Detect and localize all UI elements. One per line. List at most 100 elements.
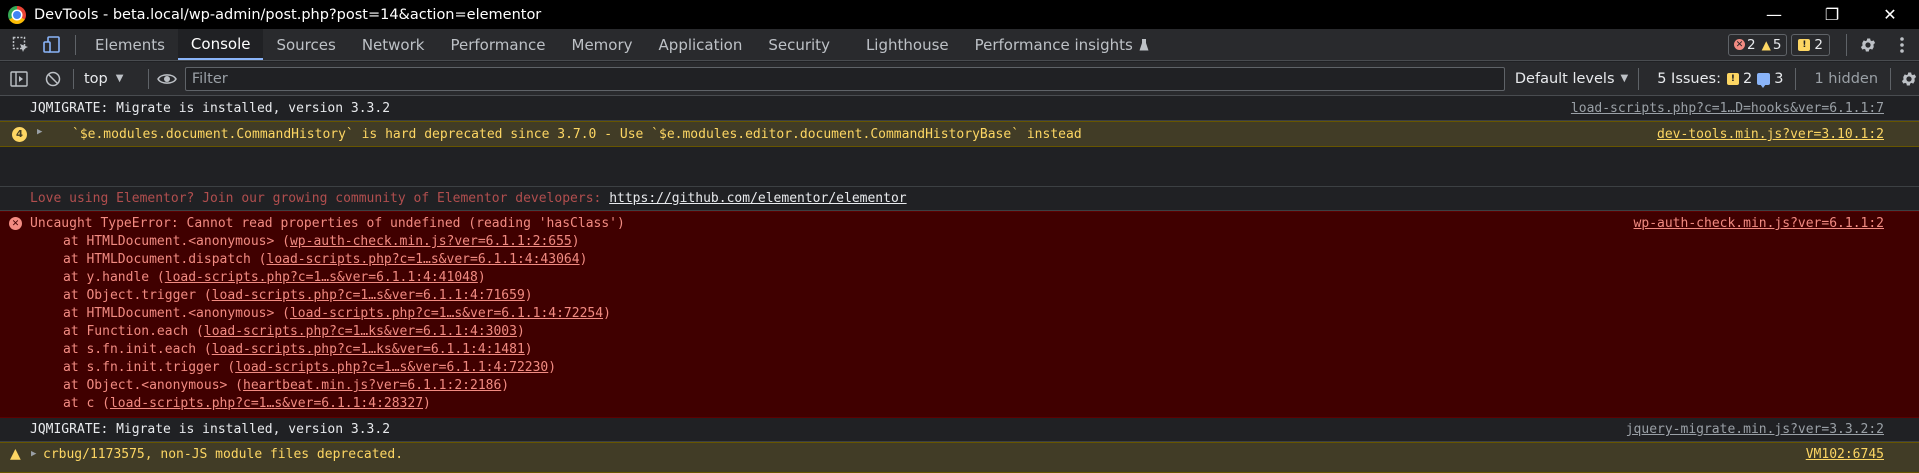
- stack-frame-link[interactable]: heartbeat.min.js?ver=6.1.1:2:2186: [243, 378, 501, 393]
- stack-frame-function: at HTMLDocument.dispatch (: [63, 252, 267, 267]
- tab-console[interactable]: Console: [177, 29, 264, 60]
- window-title: DevTools - beta.local/wp-admin/post.php?…: [34, 6, 542, 23]
- show-sidebar-icon[interactable]: [9, 69, 29, 89]
- stack-frame-link[interactable]: wp-auth-check.min.js?ver=6.1.1:2:655: [290, 234, 572, 249]
- stack-frame-link[interactable]: load-scripts.php?c=1…s&ver=6.1.1:4:72230: [235, 360, 548, 375]
- warning-icon: ▲: [1761, 37, 1771, 52]
- flask-icon: [1139, 38, 1149, 50]
- console-toolbar: top ▼ Default levels ▼ 5 Issues: ! 2 3 1…: [0, 62, 1919, 96]
- issues-counter[interactable]: ! 2: [1791, 33, 1830, 56]
- issues-button[interactable]: 5 Issues: ! 2 3: [1657, 70, 1783, 88]
- filter-input[interactable]: [184, 66, 1505, 91]
- log-levels-dropdown[interactable]: Default levels ▼: [1515, 71, 1628, 87]
- message-source-link[interactable]: VM102:6745: [1806, 447, 1884, 462]
- stack-frame-link[interactable]: load-scripts.php?c=1…s&ver=6.1.1:4:28327: [110, 396, 423, 411]
- message-text: JQMIGRATE: Migrate is installed, version…: [30, 101, 391, 116]
- toolbar-divider: [72, 68, 74, 89]
- stack-frame-close: ): [516, 324, 525, 339]
- stack-frame-link[interactable]: load-scripts.php?c=1…s&ver=6.1.1:4:72254: [290, 306, 603, 321]
- inspect-element-icon[interactable]: [11, 35, 31, 55]
- toolbar-divider: [1638, 67, 1640, 90]
- stack-frame-link[interactable]: load-scripts.php?c=1…ks&ver=6.1.1:4:3003: [204, 324, 517, 339]
- stack-frame: at HTMLDocument.<anonymous> (load-script…: [63, 306, 611, 321]
- tab-performance-insights[interactable]: Performance insights: [962, 29, 1162, 60]
- stack-frame-function: at Object.<anonymous> (: [63, 378, 244, 393]
- stack-frame: at s.fn.init.trigger (load-scripts.php?c…: [63, 360, 556, 375]
- warning-count: 5: [1772, 36, 1782, 53]
- console-settings-gear-icon[interactable]: [1899, 69, 1919, 89]
- stack-frame: at s.fn.init.each (load-scripts.php?c=1……: [63, 342, 533, 357]
- clear-console-icon[interactable]: [43, 69, 63, 89]
- issue-count: 2: [1814, 36, 1823, 53]
- stack-frame-function: at s.fn.init.trigger (: [63, 360, 236, 375]
- stack-frame: at Object.trigger (load-scripts.php?c=1……: [63, 288, 533, 303]
- message-source-link[interactable]: jquery-migrate.min.js?ver=3.3.2:2: [1626, 422, 1884, 437]
- tab-performance-insights-label: Performance insights: [974, 35, 1133, 54]
- more-options-icon[interactable]: [1885, 29, 1919, 60]
- message-source-link[interactable]: load-scripts.php?c=1…D=hooks&ver=6.1.1:7: [1571, 101, 1884, 116]
- caret-down-icon: ▼: [1620, 73, 1629, 84]
- expand-triangle-icon[interactable]: ▶: [31, 449, 36, 459]
- minimize-button[interactable]: —: [1745, 0, 1803, 29]
- error-icon: ✕: [9, 217, 22, 230]
- issues-label: 5 Issues:: [1657, 70, 1721, 87]
- console-message-warning[interactable]: 4 ▶ `$e.modules.document.CommandHistory`…: [0, 121, 1919, 147]
- stack-frame: at Object.<anonymous> (heartbeat.min.js?…: [63, 378, 509, 393]
- tab-memory[interactable]: Memory: [559, 29, 646, 60]
- stack-frame: at c (load-scripts.php?c=1…s&ver=6.1.1:4…: [63, 396, 431, 411]
- devtools-tabbar: Elements Console Sources Network Perform…: [0, 29, 1919, 61]
- hidden-count: 1 hidden: [1814, 70, 1879, 87]
- stack-frame-function: at y.handle (: [63, 270, 165, 285]
- message-text: Love using Elementor? Join our growing c…: [30, 191, 907, 206]
- stack-frame-function: at HTMLDocument.<anonymous> (: [63, 234, 290, 249]
- console-message-error: ✕ Uncaught TypeError: Cannot read proper…: [0, 211, 1919, 418]
- console-message-info: JQMIGRATE: Migrate is installed, version…: [0, 418, 1919, 442]
- error-icon: ✕: [1733, 39, 1745, 50]
- message-text: JQMIGRATE: Migrate is installed, version…: [30, 422, 391, 437]
- stack-frame-function: at c (: [63, 396, 110, 411]
- stack-frame-link[interactable]: load-scripts.php?c=1…s&ver=6.1.1:4:43064: [267, 252, 580, 267]
- promo-link[interactable]: https://github.com/elementor/elementor: [609, 191, 906, 206]
- device-toolbar-icon[interactable]: [42, 35, 62, 55]
- stack-frame-close: ): [603, 306, 611, 321]
- stack-frame: at HTMLDocument.dispatch (load-scripts.p…: [63, 252, 587, 267]
- issue-info-icon: [1757, 72, 1771, 88]
- stack-frame-function: at Object.trigger (: [63, 288, 212, 303]
- maximize-button[interactable]: ❐: [1803, 0, 1861, 29]
- issue-warning-icon: !: [1798, 38, 1811, 51]
- stack-frame: at HTMLDocument.<anonymous> (wp-auth-che…: [63, 234, 580, 249]
- tab-sources[interactable]: Sources: [263, 29, 348, 60]
- tab-security[interactable]: Security: [755, 29, 843, 60]
- stack-frame-close: ): [571, 234, 580, 249]
- toolbar-divider: [1890, 67, 1892, 90]
- tab-elements[interactable]: Elements: [82, 29, 178, 60]
- repeat-count-badge: 4: [12, 127, 27, 142]
- stack-frame: at Function.each (load-scripts.php?c=1…k…: [63, 324, 525, 339]
- stack-frame-close: ): [524, 288, 533, 303]
- console-message-log: Love using Elementor? Join our growing c…: [0, 187, 1919, 211]
- stack-frame-link[interactable]: load-scripts.php?c=1…ks&ver=6.1.1:4:1481: [212, 342, 525, 357]
- toolbar-divider: [1795, 67, 1797, 90]
- message-source-link[interactable]: dev-tools.min.js?ver=3.10.1:2: [1657, 127, 1884, 142]
- tab-lighthouse[interactable]: Lighthouse: [853, 29, 962, 60]
- close-button[interactable]: ✕: [1861, 0, 1919, 29]
- error-text: Uncaught TypeError: Cannot read properti…: [30, 216, 625, 231]
- warning-icon: ▲: [10, 446, 21, 462]
- message-source-link[interactable]: wp-auth-check.min.js?ver=6.1.1:2: [1634, 216, 1884, 231]
- expand-triangle-icon[interactable]: ▶: [37, 127, 42, 137]
- live-expression-eye-icon[interactable]: [156, 69, 177, 89]
- context-select[interactable]: top ▼: [84, 71, 144, 87]
- tab-application[interactable]: Application: [646, 29, 756, 60]
- console-messages: JQMIGRATE: Migrate is installed, version…: [0, 97, 1919, 473]
- stack-frame-function: at HTMLDocument.<anonymous> (: [63, 306, 290, 321]
- window-titlebar: DevTools - beta.local/wp-admin/post.php?…: [0, 0, 1919, 29]
- tab-performance[interactable]: Performance: [437, 29, 558, 60]
- stack-frame-link[interactable]: load-scripts.php?c=1…s&ver=6.1.1:4:71659: [212, 288, 525, 303]
- stack-frame-function: at Function.each (: [63, 324, 204, 339]
- console-message-warning[interactable]: ▲ ▶ crbug/1173575, non-JS module files d…: [0, 442, 1919, 473]
- stack-frame-link[interactable]: load-scripts.php?c=1…s&ver=6.1.1:4:41048: [165, 270, 478, 285]
- console-counts[interactable]: ✕ 2 ▲ 5: [1727, 33, 1788, 56]
- tab-network[interactable]: Network: [349, 29, 438, 60]
- error-count: 2: [1746, 36, 1756, 53]
- settings-gear-icon[interactable]: [1851, 29, 1885, 60]
